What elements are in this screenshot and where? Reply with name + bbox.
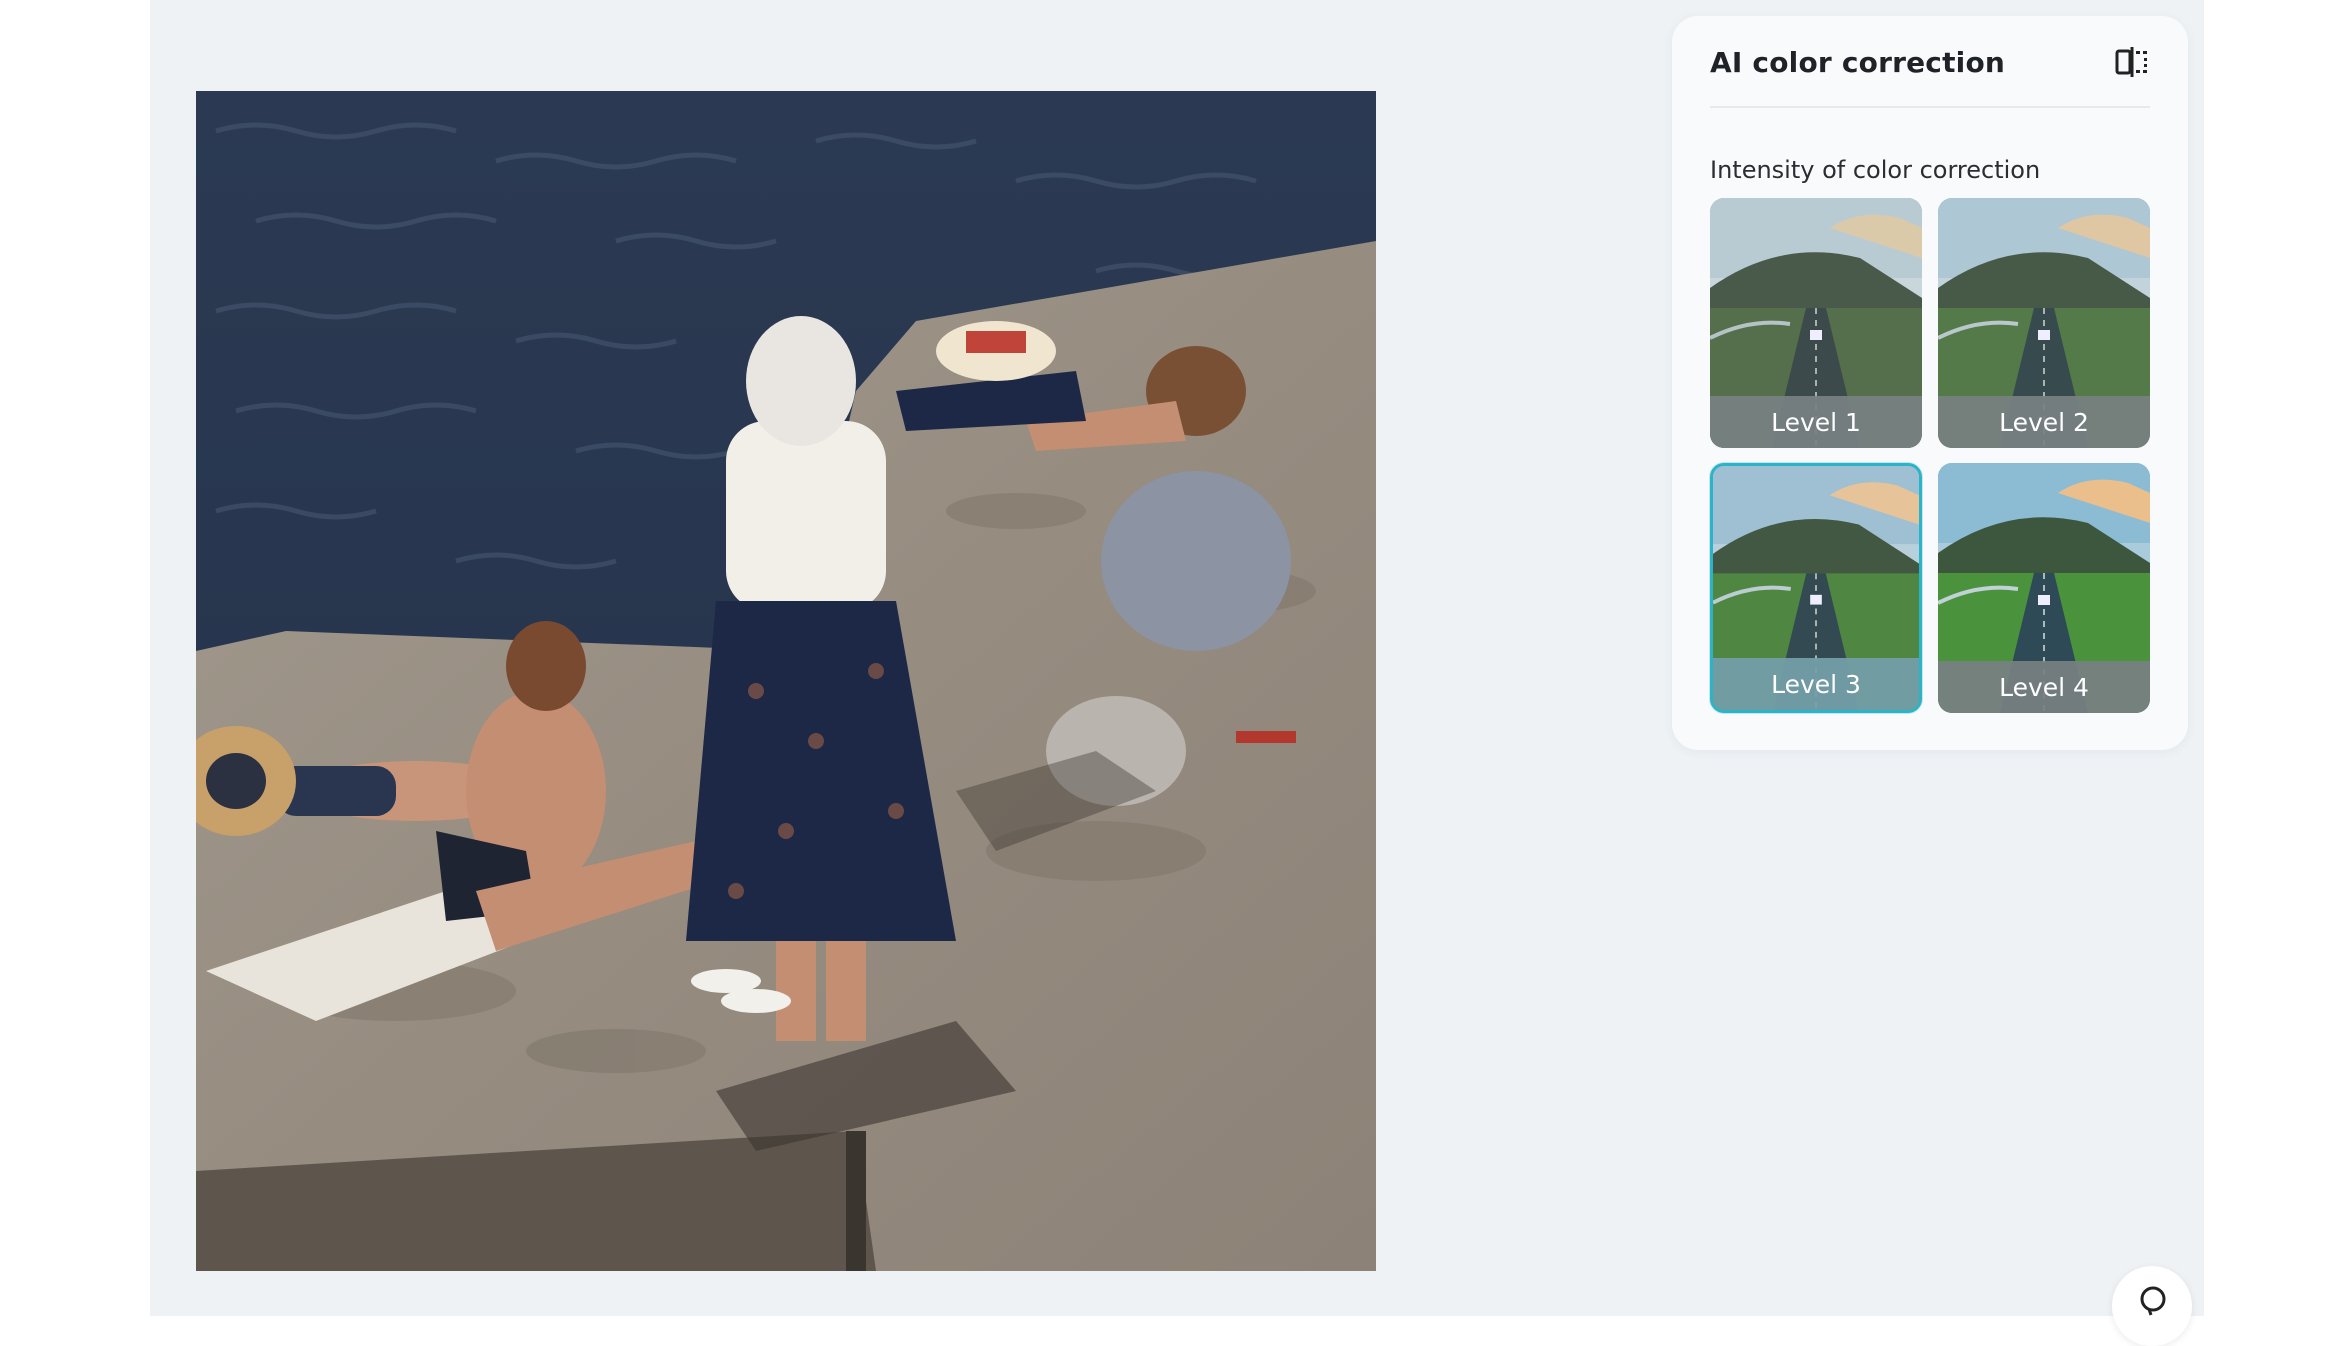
- level-4-label: Level 4: [1999, 672, 2089, 702]
- editor-app: AI color correction Intensity of color c…: [150, 0, 2204, 1346]
- level-4-bar: Level 4: [1938, 661, 2150, 713]
- level-4-option[interactable]: Level 4: [1938, 463, 2150, 713]
- color-correction-panel: AI color correction Intensity of color c…: [1672, 16, 2188, 750]
- help-button[interactable]: [2112, 1266, 2192, 1346]
- level-2-bar: Level 2: [1938, 396, 2150, 448]
- panel-header: AI color correction: [1710, 16, 2150, 108]
- panel-title: AI color correction: [1710, 46, 2006, 79]
- intensity-label: Intensity of color correction: [1710, 156, 2041, 184]
- level-3-bar: Level 3: [1713, 658, 1919, 710]
- level-3-label: Level 3: [1771, 669, 1861, 699]
- level-3-option[interactable]: Level 3: [1710, 463, 1922, 713]
- compare-split-icon[interactable]: [2114, 44, 2150, 80]
- help-bubble-icon: [2140, 1286, 2166, 1316]
- main-photo[interactable]: [196, 91, 1376, 1271]
- level-1-label: Level 1: [1771, 407, 1861, 437]
- level-1-bar: Level 1: [1710, 396, 1922, 448]
- level-2-label: Level 2: [1999, 407, 2089, 437]
- level-1-option[interactable]: Level 1: [1710, 198, 1922, 448]
- level-2-option[interactable]: Level 2: [1938, 198, 2150, 448]
